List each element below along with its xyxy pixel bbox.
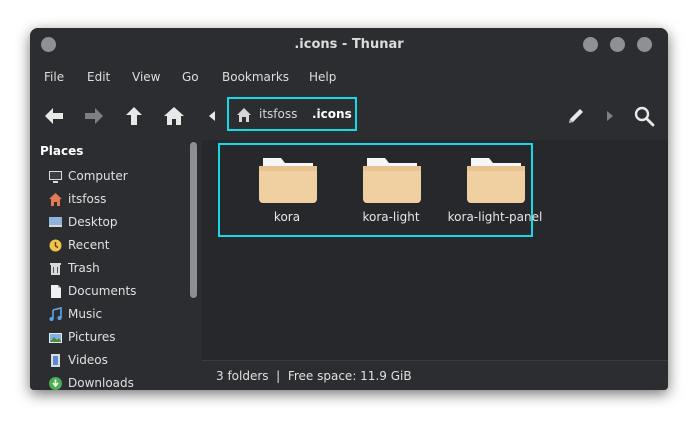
- sidebar-item-trash[interactable]: Trash: [48, 259, 188, 279]
- places-heading: Places: [40, 144, 84, 158]
- triangle-left-icon[interactable]: [203, 105, 225, 127]
- sidebar-item-recent[interactable]: Recent: [48, 236, 188, 256]
- sidebar-item-label: Videos: [68, 353, 108, 367]
- status-text: 3 folders | Free space: 11.9 GiB: [216, 369, 412, 383]
- sidebar-item-label: Desktop: [68, 215, 118, 229]
- menu-help[interactable]: Help: [309, 70, 336, 84]
- sidebar-item-label: Music: [68, 307, 103, 321]
- breadcrumb-itsfoss[interactable]: itsfoss: [259, 107, 297, 121]
- sidebar-scrollbar[interactable]: [186, 140, 202, 390]
- sidebar-scroll-thumb[interactable]: [190, 142, 197, 298]
- places-sidebar: Places Computer itsfoss Desktop Recent T…: [30, 140, 202, 390]
- home-icon: [236, 107, 252, 123]
- arrow-up-icon[interactable]: [123, 105, 145, 127]
- title-bar: .icons - Thunar: [30, 28, 668, 62]
- sidebar-item-documents[interactable]: Documents: [48, 282, 188, 302]
- menu-edit[interactable]: Edit: [87, 70, 110, 84]
- folder-label: kora: [273, 210, 301, 224]
- arrow-left-icon[interactable]: [43, 105, 65, 127]
- folder-icon: [467, 158, 525, 203]
- home-icon: [48, 192, 63, 207]
- home-icon[interactable]: [163, 105, 185, 127]
- sidebar-item-label: Computer: [68, 169, 128, 183]
- folder-kora-light[interactable]: kora-light: [341, 154, 441, 226]
- sidebar-item-videos[interactable]: Videos: [48, 351, 188, 371]
- download-icon: [48, 376, 63, 390]
- folder-label: kora-light: [362, 210, 420, 224]
- pictures-icon: [48, 330, 63, 345]
- folder-kora-light-panel[interactable]: kora-light-panel: [445, 154, 545, 226]
- triangle-right-icon[interactable]: [598, 105, 620, 127]
- folder-label: kora-light-panel: [447, 210, 543, 224]
- sidebar-item-label: Trash: [68, 261, 100, 275]
- menu-bookmarks[interactable]: Bookmarks: [222, 70, 289, 84]
- pencil-icon[interactable]: [565, 105, 587, 127]
- search-icon[interactable]: [633, 105, 655, 127]
- file-view: kora kora-light kora-light-panel: [202, 140, 668, 360]
- arrow-right-icon[interactable]: [83, 105, 105, 127]
- sidebar-item-label: Downloads: [68, 376, 134, 390]
- monitor-icon: [48, 169, 63, 184]
- clock-icon: [48, 238, 63, 253]
- menu-view[interactable]: View: [132, 70, 160, 84]
- menu-bar: File Edit View Go Bookmarks Help: [30, 62, 668, 92]
- thunar-window: .icons - Thunar File Edit View Go Bookma…: [30, 28, 668, 390]
- folder-kora[interactable]: kora: [237, 154, 337, 226]
- music-icon: [48, 307, 63, 322]
- menu-file[interactable]: File: [44, 70, 64, 84]
- toolbar: itsfoss .icons: [30, 92, 668, 140]
- desktop-icon: [48, 215, 63, 230]
- document-icon: [48, 284, 63, 299]
- close-button[interactable]: [637, 37, 652, 52]
- maximize-button[interactable]: [610, 37, 625, 52]
- sidebar-item-downloads[interactable]: Downloads: [48, 374, 188, 390]
- window-title: .icons - Thunar: [294, 37, 404, 52]
- breadcrumb-icons[interactable]: .icons: [312, 107, 352, 121]
- sidebar-item-label: Recent: [68, 238, 110, 252]
- sidebar-item-label: Pictures: [68, 330, 116, 344]
- sidebar-item-pictures[interactable]: Pictures: [48, 328, 188, 348]
- sidebar-item-label: Documents: [68, 284, 137, 298]
- video-icon: [48, 353, 63, 368]
- sidebar-item-itsfoss[interactable]: itsfoss: [48, 190, 188, 210]
- sidebar-item-computer[interactable]: Computer: [48, 167, 188, 187]
- sidebar-item-desktop[interactable]: Desktop: [48, 213, 188, 233]
- trash-icon: [48, 261, 63, 276]
- sidebar-item-label: itsfoss: [68, 192, 107, 206]
- folder-icon: [259, 158, 317, 203]
- folder-icon: [363, 158, 421, 203]
- status-bar: 3 folders | Free space: 11.9 GiB: [202, 360, 668, 390]
- minimize-button[interactable]: [583, 37, 598, 52]
- location-breadcrumb: itsfoss .icons: [227, 97, 357, 131]
- sidebar-item-music[interactable]: Music: [48, 305, 188, 325]
- menu-go[interactable]: Go: [182, 70, 199, 84]
